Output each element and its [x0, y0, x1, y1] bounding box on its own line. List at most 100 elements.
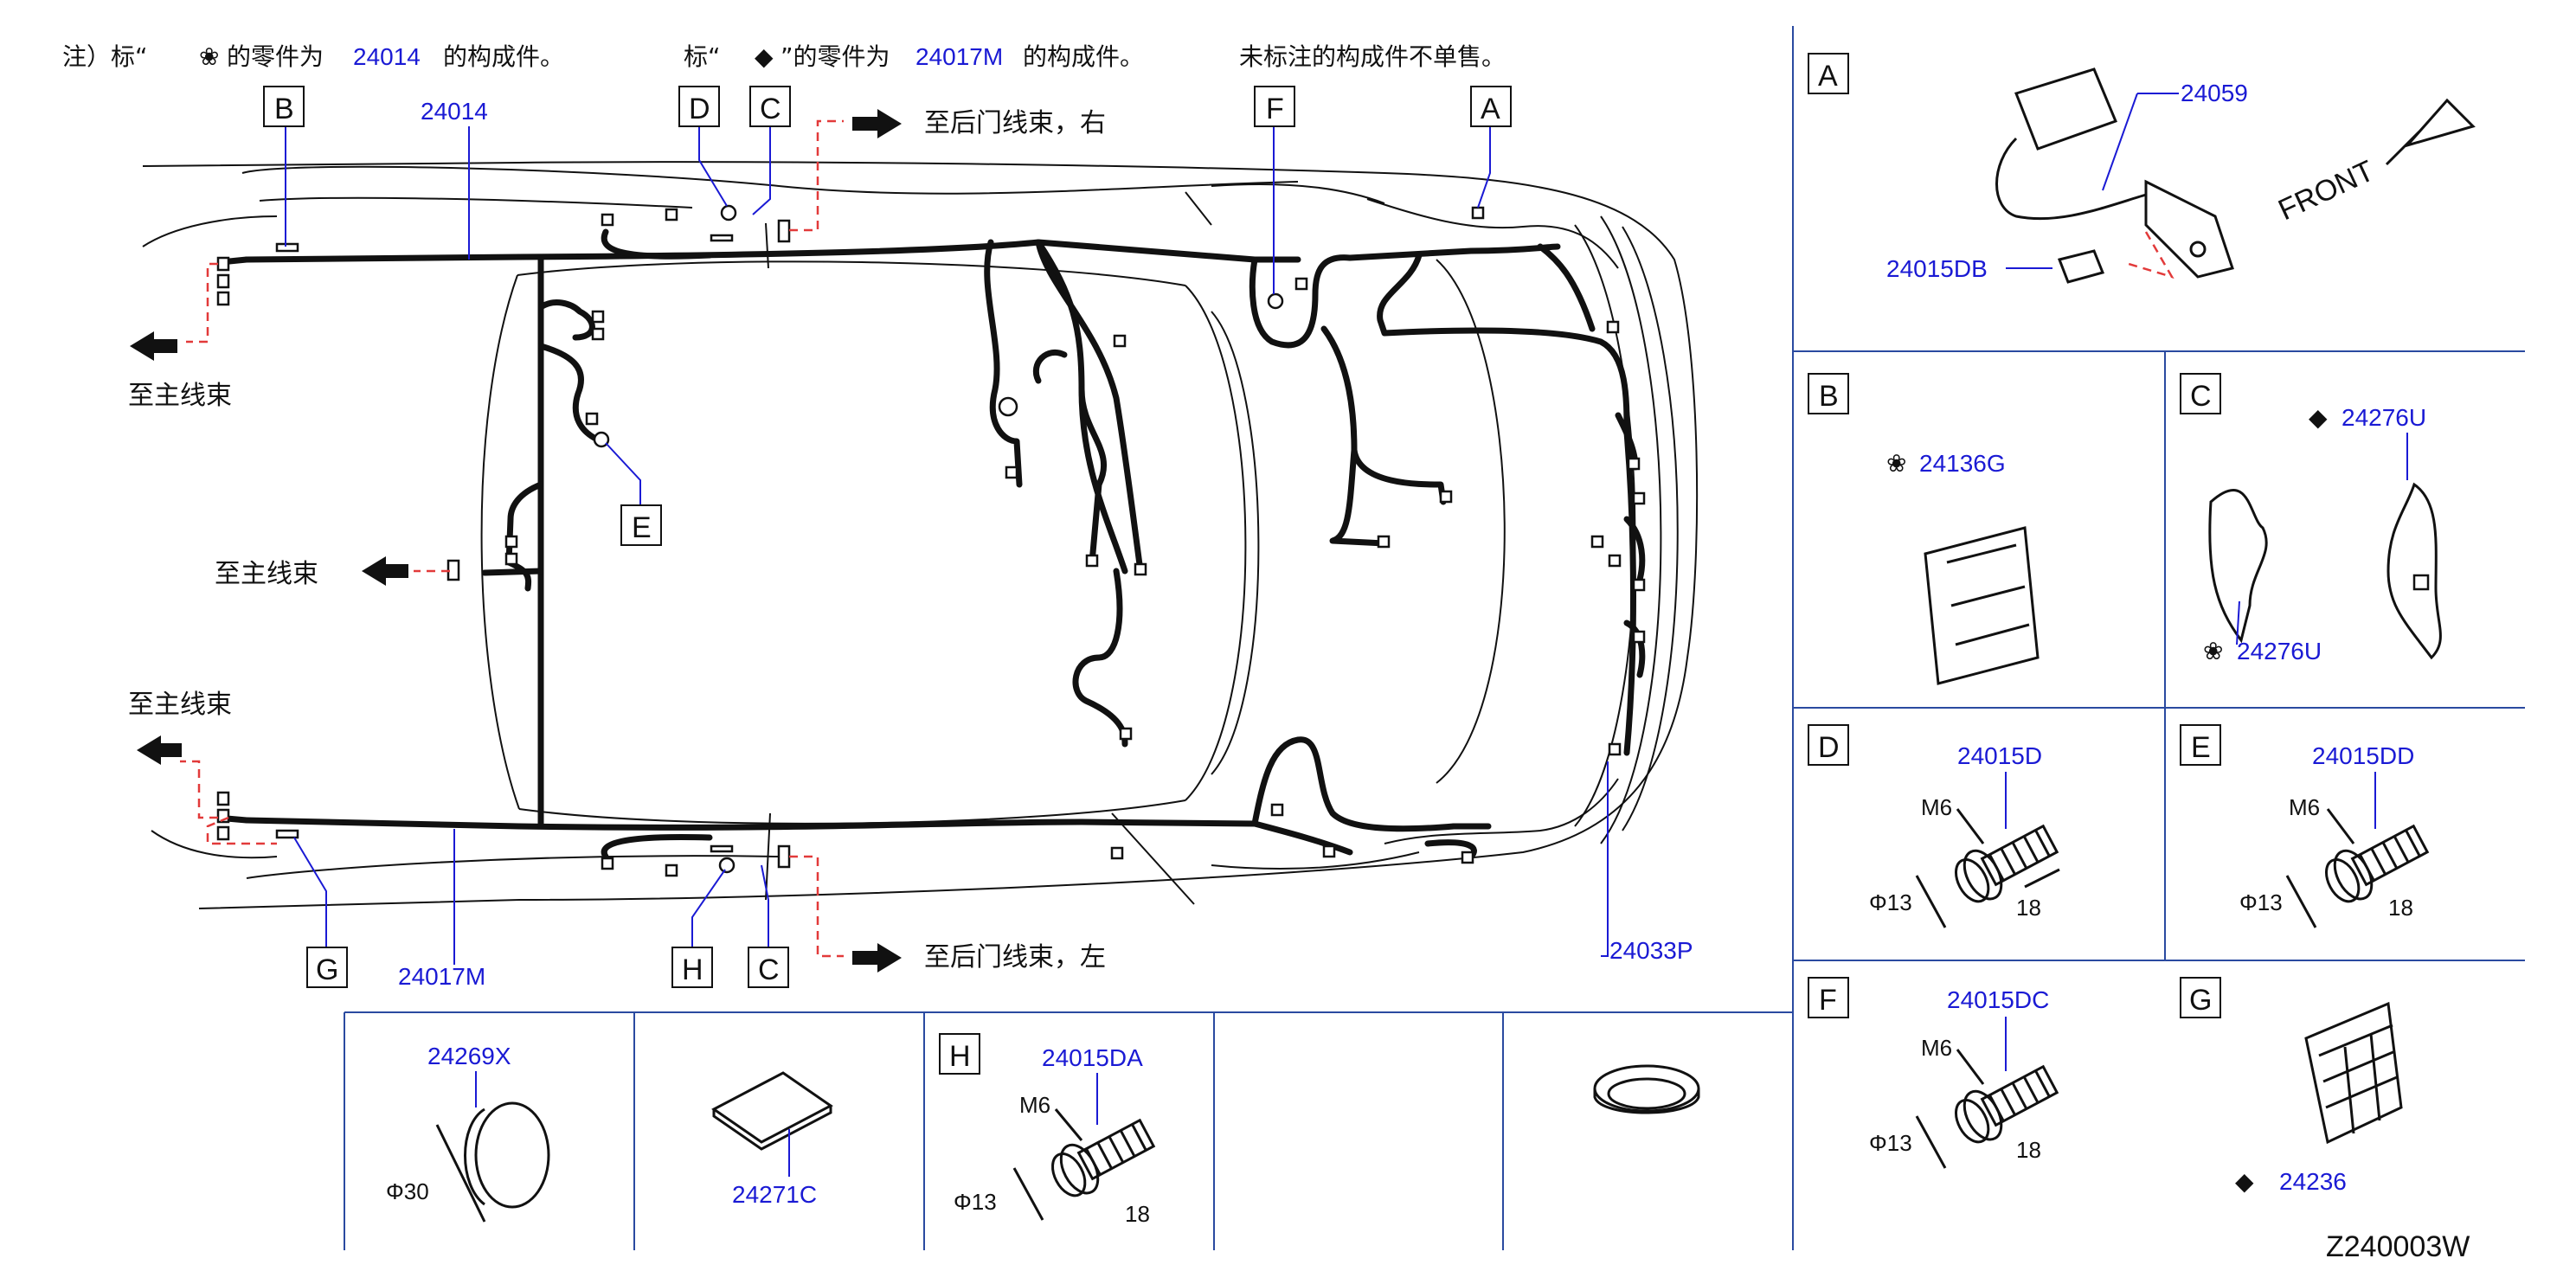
arrow-left-icon [130, 331, 177, 361]
callout-h: H [682, 953, 703, 986]
detail-g: G ◆ 24236 [2180, 977, 2403, 1196]
detail-a-label: A [1818, 60, 1838, 93]
len-18: 18 [2016, 1137, 2041, 1163]
clip [710, 234, 734, 242]
part-24015d: 24015D [1957, 742, 2042, 769]
connector [216, 256, 230, 272]
to-main-harness-3: 至主线束 [128, 690, 232, 720]
connector [216, 291, 230, 306]
bolt-icon [1954, 824, 2059, 903]
connector [665, 863, 678, 877]
connector [601, 213, 614, 227]
pad-icon [711, 1071, 833, 1144]
bottom-grommet [1593, 1064, 1700, 1114]
connector [1119, 727, 1133, 741]
detail-b-label: B [1819, 380, 1839, 413]
connector [777, 219, 791, 243]
callout-b: B [274, 93, 294, 125]
connector [591, 310, 605, 324]
part-24015db: 24015DB [1886, 255, 1988, 282]
ground-terminal-icon [720, 204, 737, 221]
callout-d: D [689, 93, 710, 125]
connector [1632, 630, 1646, 644]
connector [1461, 851, 1474, 864]
arrow-left-icon [362, 556, 408, 586]
callout-c2: C [758, 953, 780, 986]
detail-c-label: C [2190, 380, 2212, 413]
cap-icon [474, 1101, 550, 1209]
connector [1134, 562, 1147, 576]
to-main-harness-2: 至主线束 [215, 559, 318, 589]
thread-m6: M6 [1921, 1035, 1952, 1061]
dia-13: Φ13 [1869, 1130, 1912, 1156]
connector [1113, 334, 1127, 348]
note1-mid: 的零件为 [227, 42, 324, 71]
bottom-h: H 24015DA M6 Φ13 18 [939, 1033, 1156, 1227]
connector [1606, 320, 1620, 334]
connector [216, 825, 230, 841]
part-24136g: 24136G [1919, 450, 2006, 477]
connector [1632, 578, 1646, 592]
connector [1005, 465, 1018, 479]
connector [665, 208, 678, 221]
flower-symbol-icon: ❀ [2203, 637, 2223, 665]
part-24014: 24014 [421, 98, 488, 125]
callout-f: F [1266, 93, 1284, 125]
connector [601, 857, 614, 870]
connector [1632, 491, 1646, 505]
detail-b: B ❀ 24136G [1808, 373, 2040, 685]
diamond-symbol-icon: ◆ [755, 42, 774, 71]
connector [504, 552, 518, 566]
front-label: FRONT [2273, 154, 2379, 227]
connector [1471, 206, 1485, 220]
note2-part: 24017M [915, 43, 1003, 70]
harness-diagram: 注）标“ ❀ 的零件为 24014 的构成件。 标“ ◆ ”的零件为 24017… [62, 26, 2525, 1263]
len-18: 18 [1125, 1201, 1150, 1227]
detail-e-label: E [2191, 731, 2211, 764]
arrow-right-icon [852, 109, 902, 138]
main-labels: 24014 24017M 24033P 至后门线束，右 至后门线束，左 至主线束… [128, 98, 1693, 990]
callout-g: G [316, 953, 338, 986]
connector [504, 535, 518, 549]
connector [1439, 490, 1453, 504]
len-18: 18 [2016, 895, 2041, 921]
connector [1608, 554, 1622, 568]
connector [216, 791, 230, 806]
bottom-cap: 24269X Φ30 [386, 1043, 550, 1223]
ground-terminal-icon [998, 396, 1018, 417]
notes: 注）标“ ❀ 的零件为 24014 的构成件。 标“ ◆ ”的零件为 24017… [62, 42, 1506, 71]
part-24236: 24236 [2279, 1168, 2347, 1195]
part-24015dc: 24015DC [1947, 986, 2049, 1013]
bolt-icon [1050, 1118, 1156, 1197]
note1-prefix: 注）标“ [62, 42, 148, 71]
clip [275, 829, 299, 839]
connector [1085, 554, 1099, 568]
ground-terminal-icon [1267, 292, 1284, 310]
thread-m6: M6 [2289, 794, 2320, 820]
arrow-left-icon [137, 735, 182, 765]
callout-e: E [632, 511, 652, 544]
thread-m6: M6 [1921, 794, 1952, 820]
part-24015dd: 24015DD [2312, 742, 2414, 769]
part-24017m: 24017M [398, 963, 485, 990]
connector [1110, 846, 1124, 860]
car-body-outline [142, 161, 1699, 909]
note3: 未标注的构成件不单售。 [1239, 42, 1506, 71]
part-24269x: 24269X [427, 1043, 511, 1069]
callout-c: C [760, 93, 781, 125]
clip-block-icon [1924, 526, 2040, 685]
dia-13: Φ13 [2239, 889, 2283, 915]
detail-e: E 24015DD M6 Φ13 18 [2180, 724, 2430, 928]
detail-d-label: D [1818, 731, 1840, 764]
wire-harness [223, 228, 1646, 860]
detail-h-label: H [949, 1040, 971, 1073]
figure-code: Z240003W [2326, 1230, 2470, 1263]
detail-f: F 24015DC M6 Φ13 18 [1808, 977, 2059, 1169]
detail-c: C ◆ 24276U ❀ 24276U [2180, 373, 2442, 665]
note2-suffix: 的构成件。 [1023, 42, 1144, 71]
dia-13: Φ13 [954, 1189, 997, 1215]
flower-symbol-icon: ❀ [199, 42, 219, 71]
connector [1627, 457, 1641, 471]
part-24276u-top: 24276U [2342, 404, 2426, 431]
note1-suffix: 的构成件。 [443, 42, 564, 71]
